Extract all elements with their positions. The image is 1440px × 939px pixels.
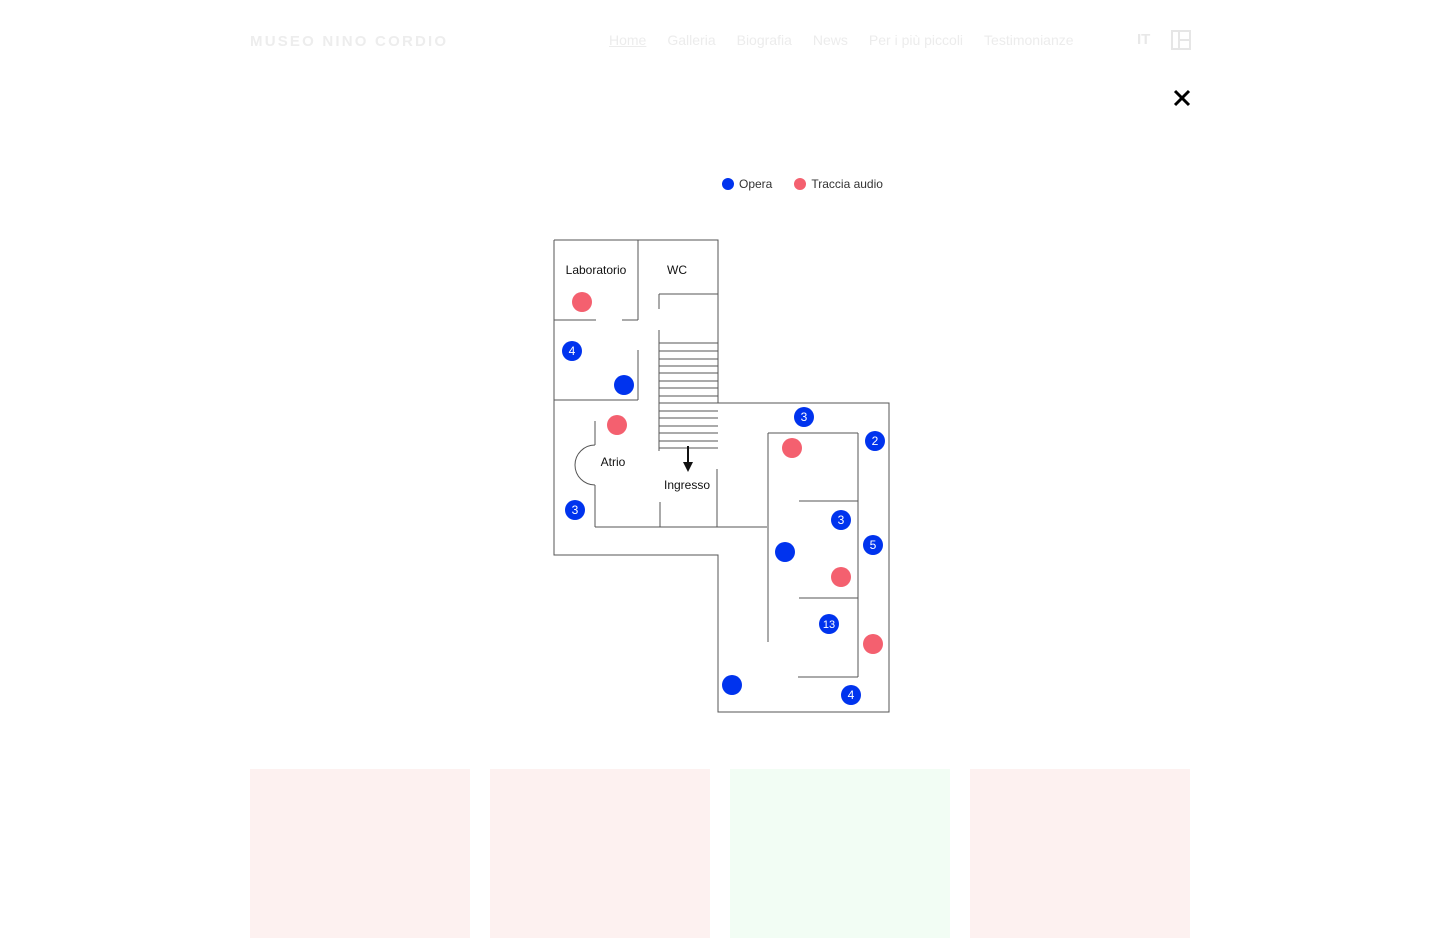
marker-label: 5 (870, 538, 877, 552)
legend-opera: Opera (722, 177, 772, 191)
marker-label: 3 (572, 503, 579, 517)
opera-marker[interactable]: 3 (565, 500, 585, 520)
content-card[interactable] (250, 769, 470, 938)
legend-opera-label: Opera (739, 177, 773, 191)
room-label-atrio: Atrio (601, 455, 626, 469)
audio-dot-icon (572, 292, 592, 312)
nav-home[interactable]: Home (609, 32, 646, 48)
opera-marker[interactable]: 4 (562, 341, 582, 361)
opera-marker[interactable] (614, 375, 634, 395)
opera-dot-icon (614, 375, 634, 395)
opera-marker[interactable]: 4 (841, 685, 861, 705)
audio-dot-icon (831, 567, 851, 587)
entrance-arrow-icon (683, 446, 693, 472)
audio-dot-icon (782, 438, 802, 458)
legend-audio: Traccia audio (794, 177, 883, 191)
nav-biografia[interactable]: Biografia (737, 32, 792, 48)
marker-label: 4 (848, 688, 855, 702)
audio-marker[interactable] (782, 438, 802, 458)
site-logo[interactable]: MUSEO NINO CORDIO (250, 33, 448, 50)
room-label-wc: WC (667, 263, 687, 277)
nav-galleria[interactable]: Galleria (667, 32, 715, 48)
opera-marker[interactable]: 2 (865, 431, 885, 451)
audio-marker[interactable] (831, 567, 851, 587)
room-label-laboratorio: Laboratorio (566, 263, 627, 277)
opera-dot-icon (722, 178, 734, 190)
marker-label: 13 (823, 619, 835, 631)
site-header: MUSEO NINO CORDIO Home Galleria Biografi… (0, 0, 1440, 82)
opera-marker[interactable]: 3 (831, 510, 851, 530)
marker-label: 3 (838, 513, 845, 527)
audio-marker[interactable] (863, 634, 883, 654)
opera-dot-icon (775, 542, 795, 562)
marker-label: 4 (569, 344, 576, 358)
opera-marker[interactable]: 5 (863, 535, 883, 555)
panel-toggle-icon[interactable] (1171, 30, 1191, 50)
map-markers: 4 3 3 2 3 5 13 4 (562, 292, 885, 705)
legend-audio-label: Traccia audio (811, 177, 883, 191)
floor-plan-walls (553, 239, 890, 713)
audio-marker[interactable] (607, 415, 627, 435)
nav-per-i-piu-piccoli[interactable]: Per i più piccoli (869, 32, 963, 48)
content-card[interactable] (730, 769, 950, 938)
room-label-ingresso: Ingresso (664, 478, 710, 492)
close-icon[interactable] (1170, 86, 1194, 110)
language-selector[interactable]: IT (1137, 31, 1150, 48)
marker-label: 2 (872, 434, 879, 448)
audio-marker[interactable] (572, 292, 592, 312)
opera-marker[interactable]: 3 (794, 407, 814, 427)
main-nav: Home Galleria Biografia News Per i più p… (609, 32, 1095, 48)
opera-marker[interactable] (775, 542, 795, 562)
audio-dot-icon (863, 634, 883, 654)
floor-plan: Laboratorio WC Atrio Ingresso 4 3 3 2 3 … (553, 239, 890, 713)
content-card[interactable] (490, 769, 710, 938)
opera-marker[interactable] (722, 675, 742, 695)
map-legend: Opera Traccia audio (722, 177, 905, 191)
staircase (659, 342, 718, 449)
nav-news[interactable]: News (813, 32, 848, 48)
content-card[interactable] (970, 769, 1190, 938)
marker-label: 3 (801, 410, 808, 424)
audio-dot-icon (607, 415, 627, 435)
opera-dot-icon (722, 675, 742, 695)
card-row (250, 769, 1190, 939)
opera-marker[interactable]: 13 (819, 614, 839, 634)
audio-dot-icon (794, 178, 807, 190)
nav-testimonianze[interactable]: Testimonianze (984, 32, 1074, 48)
